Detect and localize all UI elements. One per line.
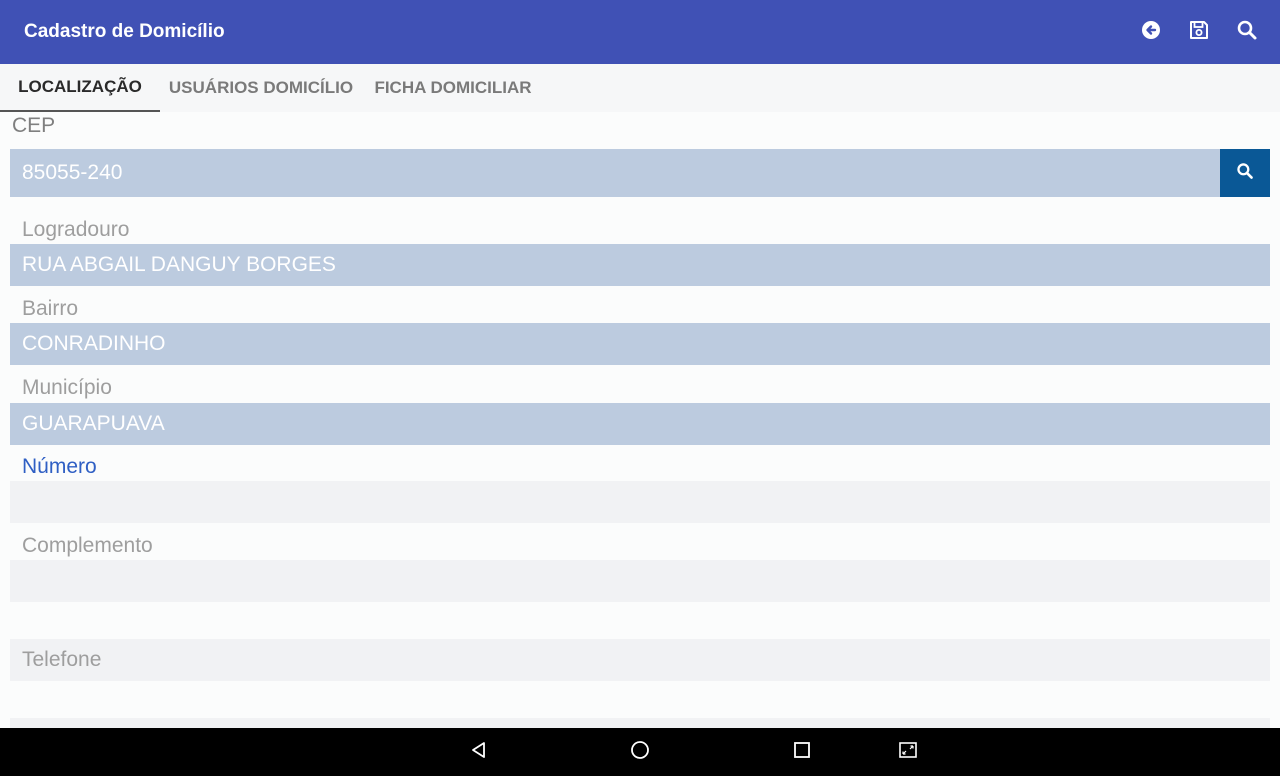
municipio-field[interactable]: GUARAPUAVA <box>10 403 1270 445</box>
search-icon <box>1236 19 1258 46</box>
system-nav-bar <box>0 728 1280 776</box>
logradouro-label: Logradouro <box>22 218 130 241</box>
complemento-input[interactable] <box>10 560 1270 602</box>
tab-label: FICHA DOMICILIAR <box>374 78 532 97</box>
nav-screenshot-button[interactable] <box>884 728 932 776</box>
telefone-input[interactable]: Telefone <box>10 639 1270 681</box>
telefone-label: Telefone <box>22 648 102 671</box>
municipio-label: Município <box>22 376 112 399</box>
home-circle-icon <box>630 740 650 765</box>
tab-ficha-domiciliar[interactable]: FICHA DOMICILIAR <box>362 64 544 112</box>
search-button[interactable] <box>1223 8 1271 56</box>
cep-input[interactable]: 85055-240 <box>10 149 1220 197</box>
nav-home-button[interactable] <box>616 728 664 776</box>
next-field-input[interactable] <box>10 718 1270 728</box>
page-title: Cadastro de Domicílio <box>24 21 225 42</box>
back-circle-icon <box>1140 19 1162 46</box>
bairro-field[interactable]: CONRADINHO <box>10 323 1270 365</box>
save-icon <box>1188 19 1210 46</box>
logradouro-field[interactable]: RUA ABGAIL DANGUY BORGES <box>10 244 1270 286</box>
screenshot-icon <box>898 740 918 765</box>
back-button[interactable] <box>1127 8 1175 56</box>
cep-search-button[interactable] <box>1220 149 1270 197</box>
app-bar: Cadastro de Domicílio <box>0 0 1280 64</box>
tab-label: USUÁRIOS DOMICÍLIO <box>168 78 354 97</box>
search-icon <box>1236 162 1254 185</box>
appbar-actions <box>1127 0 1280 64</box>
tab-usuarios-domicilio[interactable]: USUÁRIOS DOMICÍLIO <box>160 64 362 112</box>
back-triangle-icon <box>469 740 489 765</box>
numero-label: Número <box>22 455 97 478</box>
numero-input[interactable] <box>10 481 1270 523</box>
form-content: CEP 85055-240 Logradouro RUA ABGAIL DANG… <box>0 112 1280 728</box>
bairro-label: Bairro <box>22 297 79 320</box>
cep-label: CEP <box>12 114 56 137</box>
tab-label: LOCALIZAÇÃO <box>18 77 142 96</box>
nav-recents-button[interactable] <box>778 728 826 776</box>
tab-localizacao[interactable]: LOCALIZAÇÃO <box>0 64 160 112</box>
recents-square-icon <box>792 740 812 765</box>
save-button[interactable] <box>1175 8 1223 56</box>
nav-back-button[interactable] <box>455 728 503 776</box>
tab-bar: LOCALIZAÇÃO USUÁRIOS DOMICÍLIO FICHA DOM… <box>0 64 1280 112</box>
complemento-label: Complemento <box>22 534 153 557</box>
